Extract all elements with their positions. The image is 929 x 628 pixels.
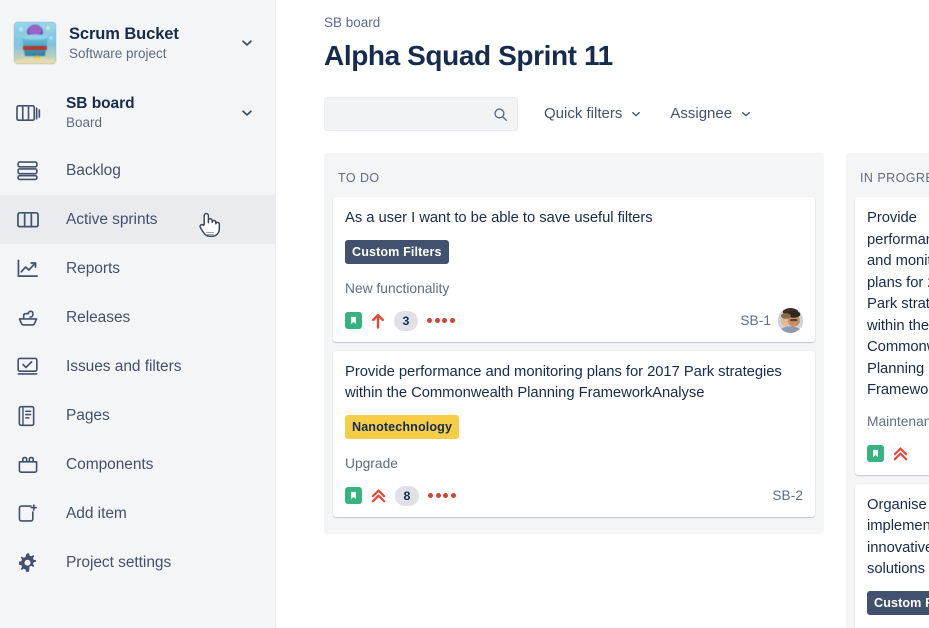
sidebar-item-label: Issues and filters xyxy=(66,357,182,375)
components-box-icon xyxy=(16,454,44,475)
sidebar-item-pages[interactable]: Pages xyxy=(0,391,275,440)
gear-icon xyxy=(16,551,44,574)
sidebar-item-active-sprints[interactable]: Active sprints xyxy=(0,195,275,244)
story-points-badge: 3 xyxy=(394,310,418,331)
search-box[interactable] xyxy=(324,97,518,131)
epic-tag[interactable]: Nanotechnology xyxy=(345,414,460,439)
priority-high-arrow-up-icon xyxy=(371,313,385,329)
epic-tag[interactable]: Custom Filters xyxy=(345,239,449,264)
chevron-down-icon[interactable] xyxy=(235,31,259,55)
sidebar-item-label: Backlog xyxy=(66,161,121,179)
project-header[interactable]: Scrum Bucket Software project xyxy=(0,12,275,74)
issue-card[interactable]: As a user I want to be able to save usef… xyxy=(333,197,815,342)
jira-board-app: Scrum Bucket Software project SB board B… xyxy=(0,0,929,628)
board-sub: Board xyxy=(66,115,103,130)
sidebar-item-components[interactable]: Components xyxy=(0,440,275,489)
priority-highest-double-chevron-up-icon xyxy=(371,488,386,504)
priority-highest-double-chevron-up-icon xyxy=(893,446,908,462)
sidebar-item-project-settings[interactable]: Project settings xyxy=(0,538,275,587)
chevron-down-icon xyxy=(630,108,642,120)
story-bookmark-icon xyxy=(867,445,884,462)
issue-title: Provide performance and monitoring plans… xyxy=(345,363,782,402)
issue-card[interactable]: Provide performance and monitoring plans… xyxy=(333,350,815,517)
card-progress-dots xyxy=(427,318,455,323)
project-sidebar: Scrum Bucket Software project SB board B… xyxy=(0,0,276,628)
column-header: TO DO xyxy=(338,171,380,185)
sidebar-item-reports[interactable]: Reports xyxy=(0,244,275,293)
sidebar-item-label: Releases xyxy=(66,308,131,326)
assignee-dropdown[interactable]: Assignee xyxy=(668,97,754,131)
quick-filters-label: Quick filters xyxy=(544,105,623,122)
page-title: Alpha Squad Sprint 11 xyxy=(324,40,613,71)
issue-category: New functionality xyxy=(345,280,450,296)
project-meta: Scrum Bucket Software project xyxy=(69,24,235,63)
issue-key[interactable]: SB-2 xyxy=(772,488,803,503)
assignee-label: Assignee xyxy=(670,105,733,122)
board-meta: SB board Board xyxy=(66,94,235,132)
sidebar-item-backlog[interactable]: Backlog xyxy=(0,146,275,195)
sidebar-item-releases[interactable]: Releases xyxy=(0,293,275,342)
breadcrumb[interactable]: SB board xyxy=(324,14,929,32)
filter-bar: Quick filters Assignee xyxy=(324,97,929,131)
issue-category: Upgrade xyxy=(345,455,398,471)
story-bookmark-icon xyxy=(345,487,362,504)
chevron-down-icon xyxy=(740,108,752,120)
issue-key[interactable]: SB-1 xyxy=(740,313,771,328)
column-header: IN PROGRESS xyxy=(860,171,929,185)
sidebar-item-label: Reports xyxy=(66,259,120,277)
chevron-down-icon[interactable] xyxy=(235,101,259,125)
user-photo-avatar[interactable] xyxy=(778,308,803,333)
backlog-icon xyxy=(16,160,44,181)
board-columns: TO DO As a user I want to be able to sav… xyxy=(324,153,929,628)
project-name: Scrum Bucket xyxy=(69,24,179,43)
board-columns-icon xyxy=(16,209,44,230)
epic-tag[interactable]: Custom Filters xyxy=(867,590,929,615)
story-points-badge: 8 xyxy=(395,485,419,506)
reports-chart-icon xyxy=(16,258,44,279)
card-progress-dots xyxy=(428,493,456,498)
project-type: Software project xyxy=(69,45,167,61)
board-column-todo: TO DO As a user I want to be able to sav… xyxy=(324,153,824,534)
sidebar-item-label: Project settings xyxy=(66,553,172,571)
issue-footer: 3 SB-1 xyxy=(345,308,803,333)
issue-category: Maintenance xyxy=(867,413,929,429)
sidebar-item-label: Pages xyxy=(66,406,110,424)
releases-ship-icon xyxy=(16,307,44,328)
board-name: SB board xyxy=(66,95,135,112)
board-header[interactable]: SB board Board xyxy=(0,86,275,140)
issue-footer: 8 SB-2 xyxy=(345,484,803,508)
sidebar-item-label: Add item xyxy=(66,504,127,522)
add-item-plus-icon xyxy=(16,503,44,524)
sidebar-item-label: Active sprints xyxy=(66,210,158,228)
issue-card[interactable]: Provide performance and monitoring plans… xyxy=(855,197,929,475)
issues-filters-icon xyxy=(16,356,44,377)
story-bookmark-icon xyxy=(345,312,362,329)
issue-title: As a user I want to be able to save usef… xyxy=(345,210,653,226)
quick-filters-dropdown[interactable]: Quick filters xyxy=(542,97,644,131)
sidebar-item-add-item[interactable]: Add item xyxy=(0,489,275,538)
board-column-in-progress: IN PROGRESS Provide performance and moni… xyxy=(846,153,929,628)
issue-footer xyxy=(867,442,929,466)
search-icon xyxy=(493,107,508,122)
issue-title: Provide performance and monitoring plans… xyxy=(867,210,929,398)
sidebar-item-label: Components xyxy=(66,455,154,473)
board-columns-icon xyxy=(16,102,44,125)
issue-card[interactable]: Organise and implement innovative soluti… xyxy=(855,483,929,628)
board-main: SB board Alpha Squad Sprint 11 Quick fil… xyxy=(276,0,929,628)
pages-document-icon xyxy=(16,405,44,427)
search-input[interactable] xyxy=(335,106,493,122)
issue-title: Organise and implement innovative soluti… xyxy=(867,496,929,578)
sidebar-nav: Backlog Active sprints Reports Releases … xyxy=(0,146,275,587)
sidebar-item-issues-and-filters[interactable]: Issues and filters xyxy=(0,342,275,391)
bucket-avatar xyxy=(14,22,56,64)
